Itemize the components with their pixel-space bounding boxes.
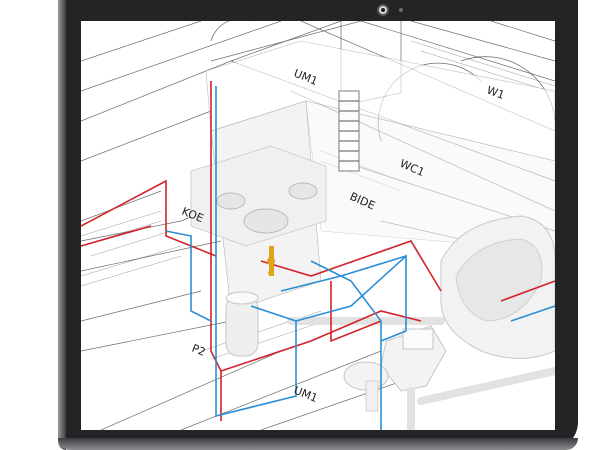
tablet-side-edge [58,0,66,450]
label-p2: P2 [190,342,208,359]
front-camera-icon [377,4,389,16]
tablet-bottom-rim [58,438,578,450]
tablet-screen: UM1 W1 WC1 BIDE UM1 KOE P2 [81,21,555,430]
plumbing-drawing[interactable]: UM1 W1 WC1 BIDE UM1 KOE P2 [81,21,555,430]
water-heater[interactable] [225,291,259,357]
label-umi-bottom: UM1 [292,384,320,405]
light-sensor-icon [399,8,403,12]
toilet[interactable] [380,325,447,392]
towel-rail [338,90,360,172]
